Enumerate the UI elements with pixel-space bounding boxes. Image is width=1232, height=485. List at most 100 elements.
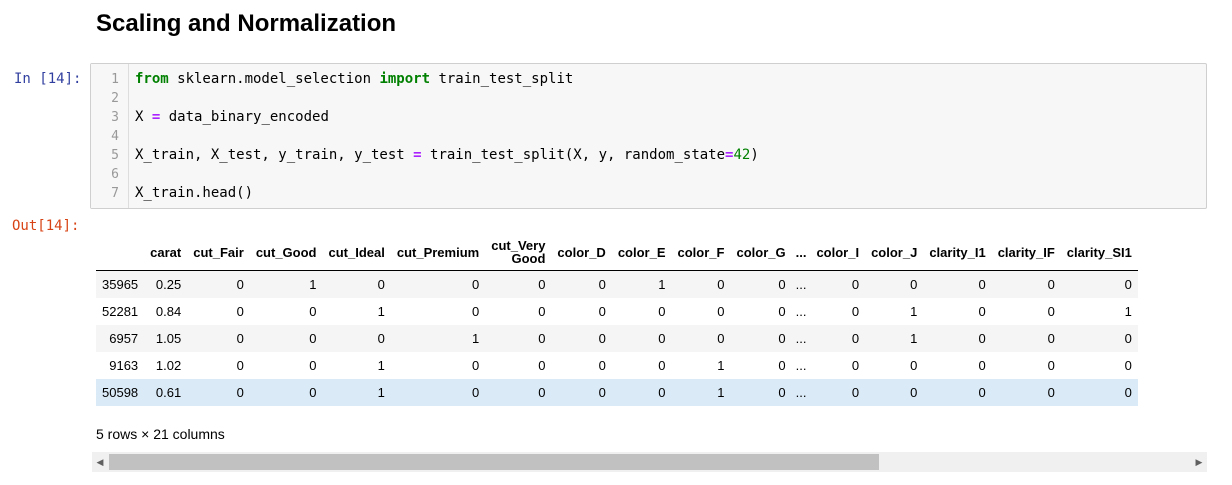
scrollbar-thumb[interactable] [109,454,879,470]
table-cell: 0 [236,276,244,292]
table-cell: 1 [910,303,918,319]
column-header: color_G [730,234,792,271]
code-text: X_train, X_test, y_train, y_test = train… [135,146,759,165]
table-cell: 0 [1047,303,1055,319]
line-number: 5 [111,148,119,163]
code-text: X = data_binary_encoded [135,108,329,127]
table-cell: 0 [910,384,918,400]
table-cell: 0 [978,384,986,400]
scroll-left-icon[interactable]: ◀ [92,452,108,472]
table-row: 35965 0.25 0 1 0 0 0 0 1 0 0... 0 0 0 0 0 [96,270,1138,298]
table-cell: 0 [1047,276,1055,292]
table-cell: 0 [377,276,385,292]
code-token: import [379,71,431,87]
table-cell: 0 [538,330,546,346]
line-number: 4 [111,129,119,144]
table-cell: 0 [598,276,606,292]
code-token: X_train.head() [135,185,254,201]
column-header: color_E [611,234,672,271]
column-header: cut_Ideal [322,234,391,271]
column-header: color_F [671,234,731,271]
code-token: sklearn.model_selection [168,71,380,87]
column-header: cut_Very Good [485,234,552,271]
code-token: = [413,147,422,163]
index-header [96,234,145,271]
code-token: data_binary_encoded [160,109,329,125]
table-cell: 0 [851,357,860,373]
table-cell: 1 [717,384,725,400]
row-index: 52281 [102,303,139,319]
table-cell: 0 [236,303,244,319]
line-number: 1 [111,72,119,87]
table-cell: 0.25 [155,276,182,292]
column-header-label: cut_Very Good [491,238,546,266]
table-cell: 0 [1047,357,1055,373]
table-cell: 1 [471,330,480,346]
code-token: train_test_split(X, y, random_state [421,147,726,163]
table-cell: 0 [658,357,666,373]
table-cell: 1 [717,357,725,373]
table-cell: 0 [978,357,986,373]
table-cell: ... [795,303,807,319]
table-cell: 0 [309,303,317,319]
table-cell: 0 [1047,384,1055,400]
table-cell: 0 [471,384,480,400]
table-cell: 0 [717,303,725,319]
table-cell: 0 [910,276,918,292]
table-cell: 0.61 [155,384,182,400]
table-cell: 1 [658,276,666,292]
table-cell: 0 [778,384,786,400]
output-prompt: Out[14]: [12,218,80,234]
line-number: 3 [111,110,119,125]
table-cell: 1 [1124,303,1132,319]
table-cell: 0 [309,384,317,400]
table-cell: 0.84 [155,303,182,319]
code-cell[interactable]: 1 from sklearn.model_selection import tra… [90,63,1207,209]
table-cell: 0 [658,384,666,400]
table-cell: 0 [598,357,606,373]
row-index: 35965 [102,276,139,292]
line-number: 2 [111,91,119,106]
column-header: cut_Good [249,234,323,271]
code-text: X_train.head() [135,184,253,203]
column-header: color_J [865,234,924,271]
table-cell: 0 [309,357,317,373]
table-cell: ... [795,357,807,373]
code-token: 42 [733,147,751,163]
table-cell: 0 [236,357,244,373]
table-cell: 0 [1124,276,1132,292]
line-number: 6 [111,167,119,182]
table-cell: ... [795,330,807,346]
table-row: 52281 0.84 0 0 1 0 0 0 0 0 0... 0 1 0 0 1 [96,298,1138,325]
column-header: color_D [551,234,612,271]
table-cell: 0 [471,357,480,373]
table-cell: 0 [1124,357,1132,373]
table-cell: 0 [538,357,546,373]
dataframe-shape-summary: 5 rows × 21 columns [96,426,225,442]
table-row: 9163 1.02 0 0 1 0 0 0 0 1 0... 0 0 0 0 0 [96,352,1138,379]
column-header: cut_Fair [187,234,250,271]
horizontal-scrollbar[interactable]: ◀ ▶ [92,452,1207,472]
table-cell: 1.02 [155,357,182,373]
table-cell: 0 [598,303,606,319]
column-header: carat [144,234,188,271]
table-cell: 0 [377,330,385,346]
table-cell: 0 [538,276,546,292]
column-header: clarity_IF [991,234,1061,271]
input-prompt: In [14]: [14,71,82,87]
column-header: color_I [810,234,866,271]
code-token: X_train, X_test, y_train, y_test [135,147,414,163]
table-cell: 0 [778,303,786,319]
code-token: ) [750,147,759,163]
code-text: from sklearn.model_selection import trai… [135,70,573,89]
table-cell: 0 [851,276,860,292]
line-number: 7 [111,186,119,201]
table-cell: 0 [978,330,986,346]
scroll-right-icon[interactable]: ▶ [1191,452,1207,472]
table-cell: 0 [598,330,606,346]
table-cell: 0 [236,384,244,400]
table-cell: 0 [778,276,786,292]
row-index: 6957 [109,330,139,346]
table-cell: 0 [236,330,244,346]
code-token: X [135,109,152,125]
